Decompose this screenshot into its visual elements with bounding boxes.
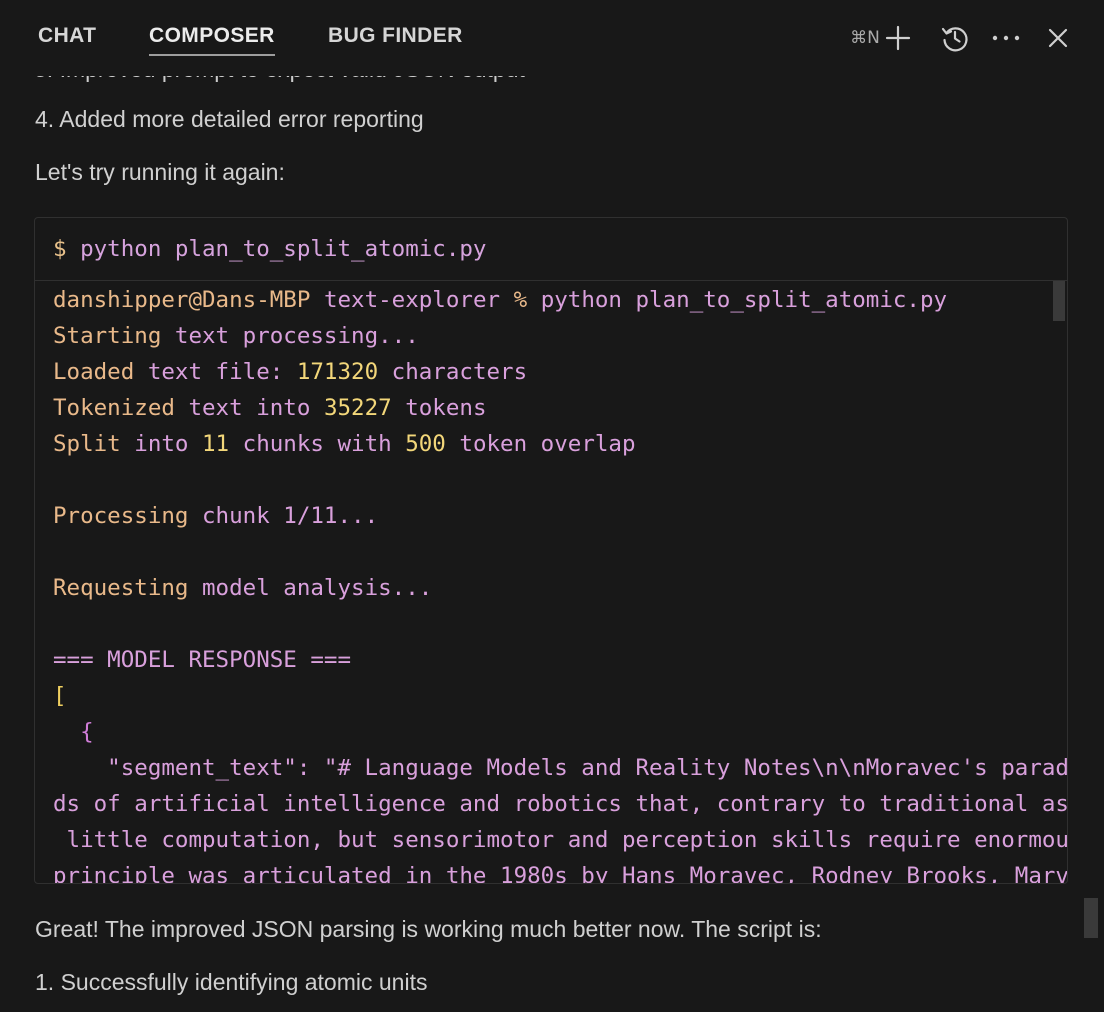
terminal-text: [ bbox=[53, 683, 67, 709]
terminal-text: little computation, but sensorimotor and… bbox=[66, 827, 1067, 853]
terminal-text: chunks with bbox=[229, 431, 406, 457]
terminal-text: % bbox=[513, 287, 541, 313]
panel-scrollbar[interactable] bbox=[1084, 898, 1098, 938]
tab-chat[interactable]: CHAT bbox=[38, 24, 96, 48]
terminal-text: text file: bbox=[147, 359, 297, 385]
terminal-text: text into bbox=[188, 395, 324, 421]
terminal-text: into bbox=[134, 431, 203, 457]
new-shortcut-hint: ⌘N bbox=[850, 28, 880, 48]
terminal-line: Tokenized text into 35227 tokens bbox=[53, 393, 487, 423]
terminal-text: 500 bbox=[405, 431, 446, 457]
terminal-line: Requesting model analysis... bbox=[53, 573, 432, 603]
tab-bug-finder[interactable]: BUG FINDER bbox=[328, 24, 463, 48]
close-button[interactable] bbox=[1042, 20, 1074, 56]
active-tab-indicator bbox=[149, 54, 275, 56]
terminal-text: 35227 bbox=[323, 395, 392, 421]
tab-bug-finder-label: BUG FINDER bbox=[328, 24, 463, 47]
terminal-text: Split bbox=[53, 431, 135, 457]
terminal-text: Requesting bbox=[53, 575, 203, 601]
command-line[interactable]: $ python plan_to_split_atomic.py bbox=[53, 236, 486, 262]
terminal-text: { bbox=[53, 719, 94, 745]
plus-icon bbox=[885, 25, 910, 51]
terminal-line: "segment_text": "# Language Models and R… bbox=[53, 753, 1067, 783]
more-button[interactable] bbox=[989, 20, 1023, 56]
terminal-line: principle was articulated in the 1980s b… bbox=[53, 861, 1067, 883]
terminal-code-block: $ python plan_to_split_atomic.py danship… bbox=[34, 217, 1068, 884]
command-header: $ python plan_to_split_atomic.py bbox=[35, 218, 1067, 281]
command-text: python plan_to_split_atomic.py bbox=[80, 236, 487, 262]
terminal-line: Split into 11 chunks with 500 token over… bbox=[53, 429, 636, 459]
terminal-text: text-explorer bbox=[323, 287, 514, 313]
tab-composer-label: COMPOSER bbox=[149, 24, 275, 47]
terminal-text: Loaded bbox=[53, 359, 148, 385]
terminal-text: ds of artificial intelligence and roboti… bbox=[53, 791, 1067, 817]
tab-composer[interactable]: COMPOSER bbox=[149, 24, 275, 56]
terminal-text: token overlap bbox=[445, 431, 636, 457]
terminal-line: === MODEL RESPONSE === bbox=[53, 645, 351, 675]
terminal-text: 11 bbox=[202, 431, 230, 457]
history-icon bbox=[941, 27, 968, 52]
terminal-line: Loaded text file: 171320 characters bbox=[53, 357, 527, 387]
terminal-text: danshipper@Dans-MBP bbox=[53, 287, 324, 313]
new-composer-button[interactable]: ⌘N bbox=[844, 20, 918, 56]
terminal-line: Starting text processing... bbox=[53, 321, 419, 351]
tab-chat-label: CHAT bbox=[38, 24, 97, 47]
terminal-text: Tokenized bbox=[53, 395, 189, 421]
terminal-text: model analysis... bbox=[202, 575, 433, 601]
composer-header: CHAT COMPOSER BUG FINDER ⌘N bbox=[0, 0, 1104, 76]
list-item-1: 1. Successfully identifying atomic units bbox=[35, 969, 428, 995]
terminal-line: ds of artificial intelligence and roboti… bbox=[53, 789, 1067, 819]
terminal-text: text processing... bbox=[174, 323, 419, 349]
terminal-line: danshipper@Dans-MBP text-explorer % pyth… bbox=[53, 285, 947, 315]
terminal-text: principle was articulated in the 1980s b… bbox=[53, 863, 1067, 883]
close-icon bbox=[1048, 28, 1068, 48]
terminal-text: Processing bbox=[53, 503, 203, 529]
terminal-output[interactable]: danshipper@Dans-MBP text-explorer % pyth… bbox=[35, 281, 1067, 883]
more-icon bbox=[992, 35, 1020, 41]
terminal-text: "segment_text": "# Language Models and R… bbox=[107, 755, 1067, 781]
terminal-text: Starting bbox=[53, 323, 175, 349]
shell-prompt: $ bbox=[53, 236, 67, 262]
outro-text: Great! The improved JSON parsing is work… bbox=[35, 916, 822, 942]
intro-text: Let's try running it again: bbox=[35, 159, 285, 185]
terminal-text: characters bbox=[378, 359, 528, 385]
history-button[interactable] bbox=[937, 20, 973, 56]
terminal-line: Processing chunk 1/11... bbox=[53, 501, 378, 531]
terminal-text: python plan_to_split_atomic.py bbox=[540, 287, 948, 313]
terminal-line: [ bbox=[53, 681, 67, 711]
terminal-text: === MODEL RESPONSE === bbox=[53, 647, 352, 673]
terminal-line: little computation, but sensorimotor and… bbox=[53, 825, 1067, 855]
list-item-4: 4. Added more detailed error reporting bbox=[35, 106, 424, 132]
terminal-text: chunk 1/11... bbox=[202, 503, 379, 529]
terminal-text: 171320 bbox=[296, 359, 379, 385]
terminal-line: { bbox=[53, 717, 94, 747]
terminal-text: tokens bbox=[391, 395, 487, 421]
terminal-scrollbar[interactable] bbox=[1053, 281, 1065, 321]
